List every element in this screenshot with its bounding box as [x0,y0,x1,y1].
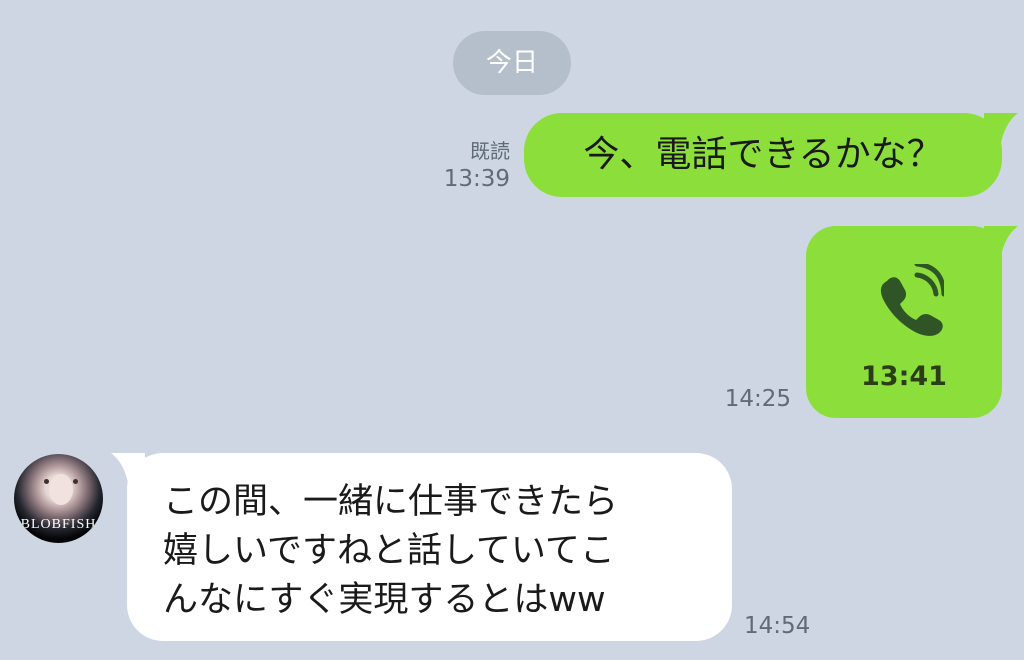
message-text: 今、電話できるかな？ [583,134,943,175]
message-time: 13:39 [443,166,510,192]
call-duration: 13:41 [861,361,947,392]
message-time: 14:25 [724,386,791,412]
message-status: 14:54 [744,611,816,641]
outgoing-message-bubble[interactable]: 今、電話できるかな？ [524,113,1018,197]
contact-avatar[interactable]: BLOBFISH [14,454,103,543]
message-text: この間、一緒に仕事できたら 嬉しいですねと話していてこ んなにすぐ実現するとはw… [163,482,619,620]
call-message-bubble[interactable]: 13:41 [806,226,1018,418]
bubble-tail [984,226,1018,256]
avatar-logo-text: BLOBFISH [20,517,97,532]
avatar-image-detail [49,474,73,505]
read-receipt: 既読 [470,139,510,163]
phone-ringing-icon [880,264,944,336]
avatar-image-detail [73,479,78,484]
message-status: 既読 13:39 [438,138,510,194]
avatar-image-detail [44,479,49,484]
message-status: 14:25 [708,384,791,414]
bubble-tail [111,453,145,483]
message-time: 14:54 [744,613,811,639]
date-divider: 今日 [453,31,571,95]
bubble-tail [984,113,1018,143]
incoming-message-bubble[interactable]: この間、一緒に仕事できたら 嬉しいですねと話していてこ んなにすぐ実現するとはw… [111,453,732,641]
